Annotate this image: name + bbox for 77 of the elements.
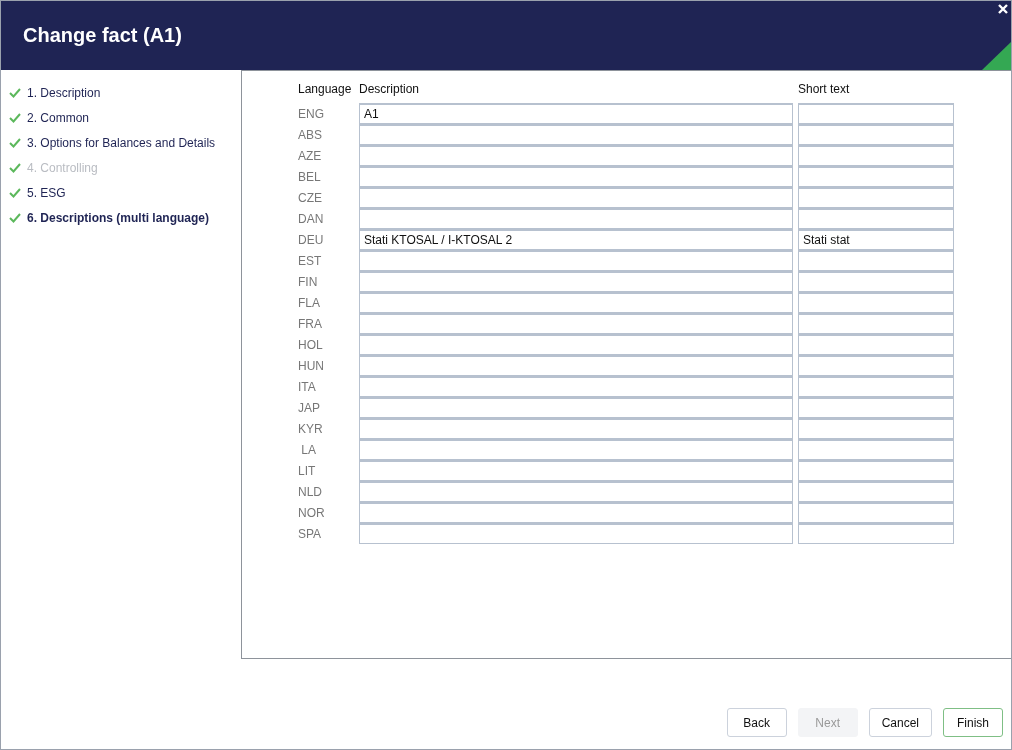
description-field[interactable] — [359, 334, 793, 355]
description-field[interactable] — [359, 124, 793, 145]
short-text-field[interactable] — [798, 460, 954, 481]
description-field[interactable] — [359, 460, 793, 481]
column-header: Description — [359, 82, 421, 96]
description-field[interactable] — [359, 523, 793, 544]
short-text-field[interactable] — [798, 397, 954, 418]
language-label: NLD — [298, 484, 323, 499]
dialog-button[interactable]: Finish — [943, 708, 1003, 737]
short-text-field[interactable] — [798, 124, 954, 145]
description-field[interactable] — [359, 166, 793, 187]
short-text-field[interactable] — [798, 376, 954, 397]
wizard-step[interactable]: 5. ESG — [27, 185, 66, 200]
short-text-field[interactable] — [798, 313, 954, 334]
language-label: LA — [300, 442, 317, 457]
corner-triangle-icon — [982, 42, 1011, 70]
language-label: LIT — [298, 463, 317, 478]
dialog-button[interactable]: Back — [726, 708, 787, 737]
short-text-field[interactable] — [798, 208, 954, 229]
wizard-step[interactable]: 2. Common — [27, 110, 90, 125]
short-text-field[interactable] — [798, 187, 954, 208]
description-field[interactable] — [359, 439, 793, 460]
description-field[interactable] — [359, 145, 793, 166]
column-header: Short text — [798, 82, 851, 96]
short-text-field[interactable] — [798, 418, 954, 439]
short-text-field[interactable] — [798, 502, 954, 523]
language-label: EST — [298, 253, 323, 268]
description-field[interactable]: A1 — [359, 103, 793, 124]
language-label: NOR — [298, 505, 326, 520]
short-text-field[interactable] — [798, 145, 954, 166]
short-text-field[interactable]: Stati stat — [798, 229, 954, 250]
language-label: DEU — [298, 232, 325, 247]
close-icon[interactable] — [998, 4, 1008, 14]
description-field[interactable] — [359, 292, 793, 313]
short-text-field[interactable] — [798, 103, 954, 124]
short-text-field[interactable] — [798, 355, 954, 376]
language-label: BEL — [298, 169, 322, 184]
short-text-field[interactable] — [798, 481, 954, 502]
short-text-field[interactable] — [798, 166, 954, 187]
description-field[interactable] — [359, 418, 793, 439]
window-title: Change fact (A1) — [23, 24, 182, 47]
language-label: FLA — [298, 295, 321, 310]
language-label: KYR — [298, 421, 324, 436]
language-label: ENG — [298, 106, 325, 121]
description-field[interactable] — [359, 250, 793, 271]
language-label: ABS — [298, 127, 323, 142]
description-field[interactable] — [359, 502, 793, 523]
description-field[interactable] — [359, 355, 793, 376]
language-label: HOL — [298, 337, 324, 352]
language-label: SPA — [298, 526, 323, 541]
dialog-button[interactable]: Cancel — [868, 708, 932, 737]
language-label: JAP — [298, 400, 321, 415]
wizard-step[interactable]: 6. Descriptions (multi language) — [27, 210, 210, 225]
language-label: HUN — [298, 358, 325, 373]
language-label: ITA — [298, 379, 317, 394]
language-label: FIN — [298, 274, 319, 289]
language-label: CZE — [298, 190, 323, 205]
description-field[interactable] — [359, 208, 793, 229]
short-text-field[interactable] — [798, 523, 954, 544]
short-text-field[interactable] — [798, 271, 954, 292]
column-header: Language — [298, 82, 353, 96]
wizard-step[interactable]: 3. Options for Balances and Details — [27, 135, 216, 150]
description-field[interactable] — [359, 397, 793, 418]
language-label: AZE — [298, 148, 323, 163]
short-text-field[interactable] — [798, 334, 954, 355]
short-text-field[interactable] — [798, 439, 954, 460]
description-field[interactable] — [359, 313, 793, 334]
wizard-step[interactable]: 1. Description — [27, 85, 101, 100]
language-label: FRA — [298, 316, 323, 331]
description-field[interactable] — [359, 376, 793, 397]
language-label: DAN — [298, 211, 325, 226]
description-field[interactable] — [359, 481, 793, 502]
short-text-field[interactable] — [798, 292, 954, 313]
description-field[interactable] — [359, 187, 793, 208]
description-field[interactable] — [359, 271, 793, 292]
short-text-field[interactable] — [798, 250, 954, 271]
description-field[interactable]: Stati KTOSAL / I-KTOSAL 2 — [359, 229, 793, 250]
